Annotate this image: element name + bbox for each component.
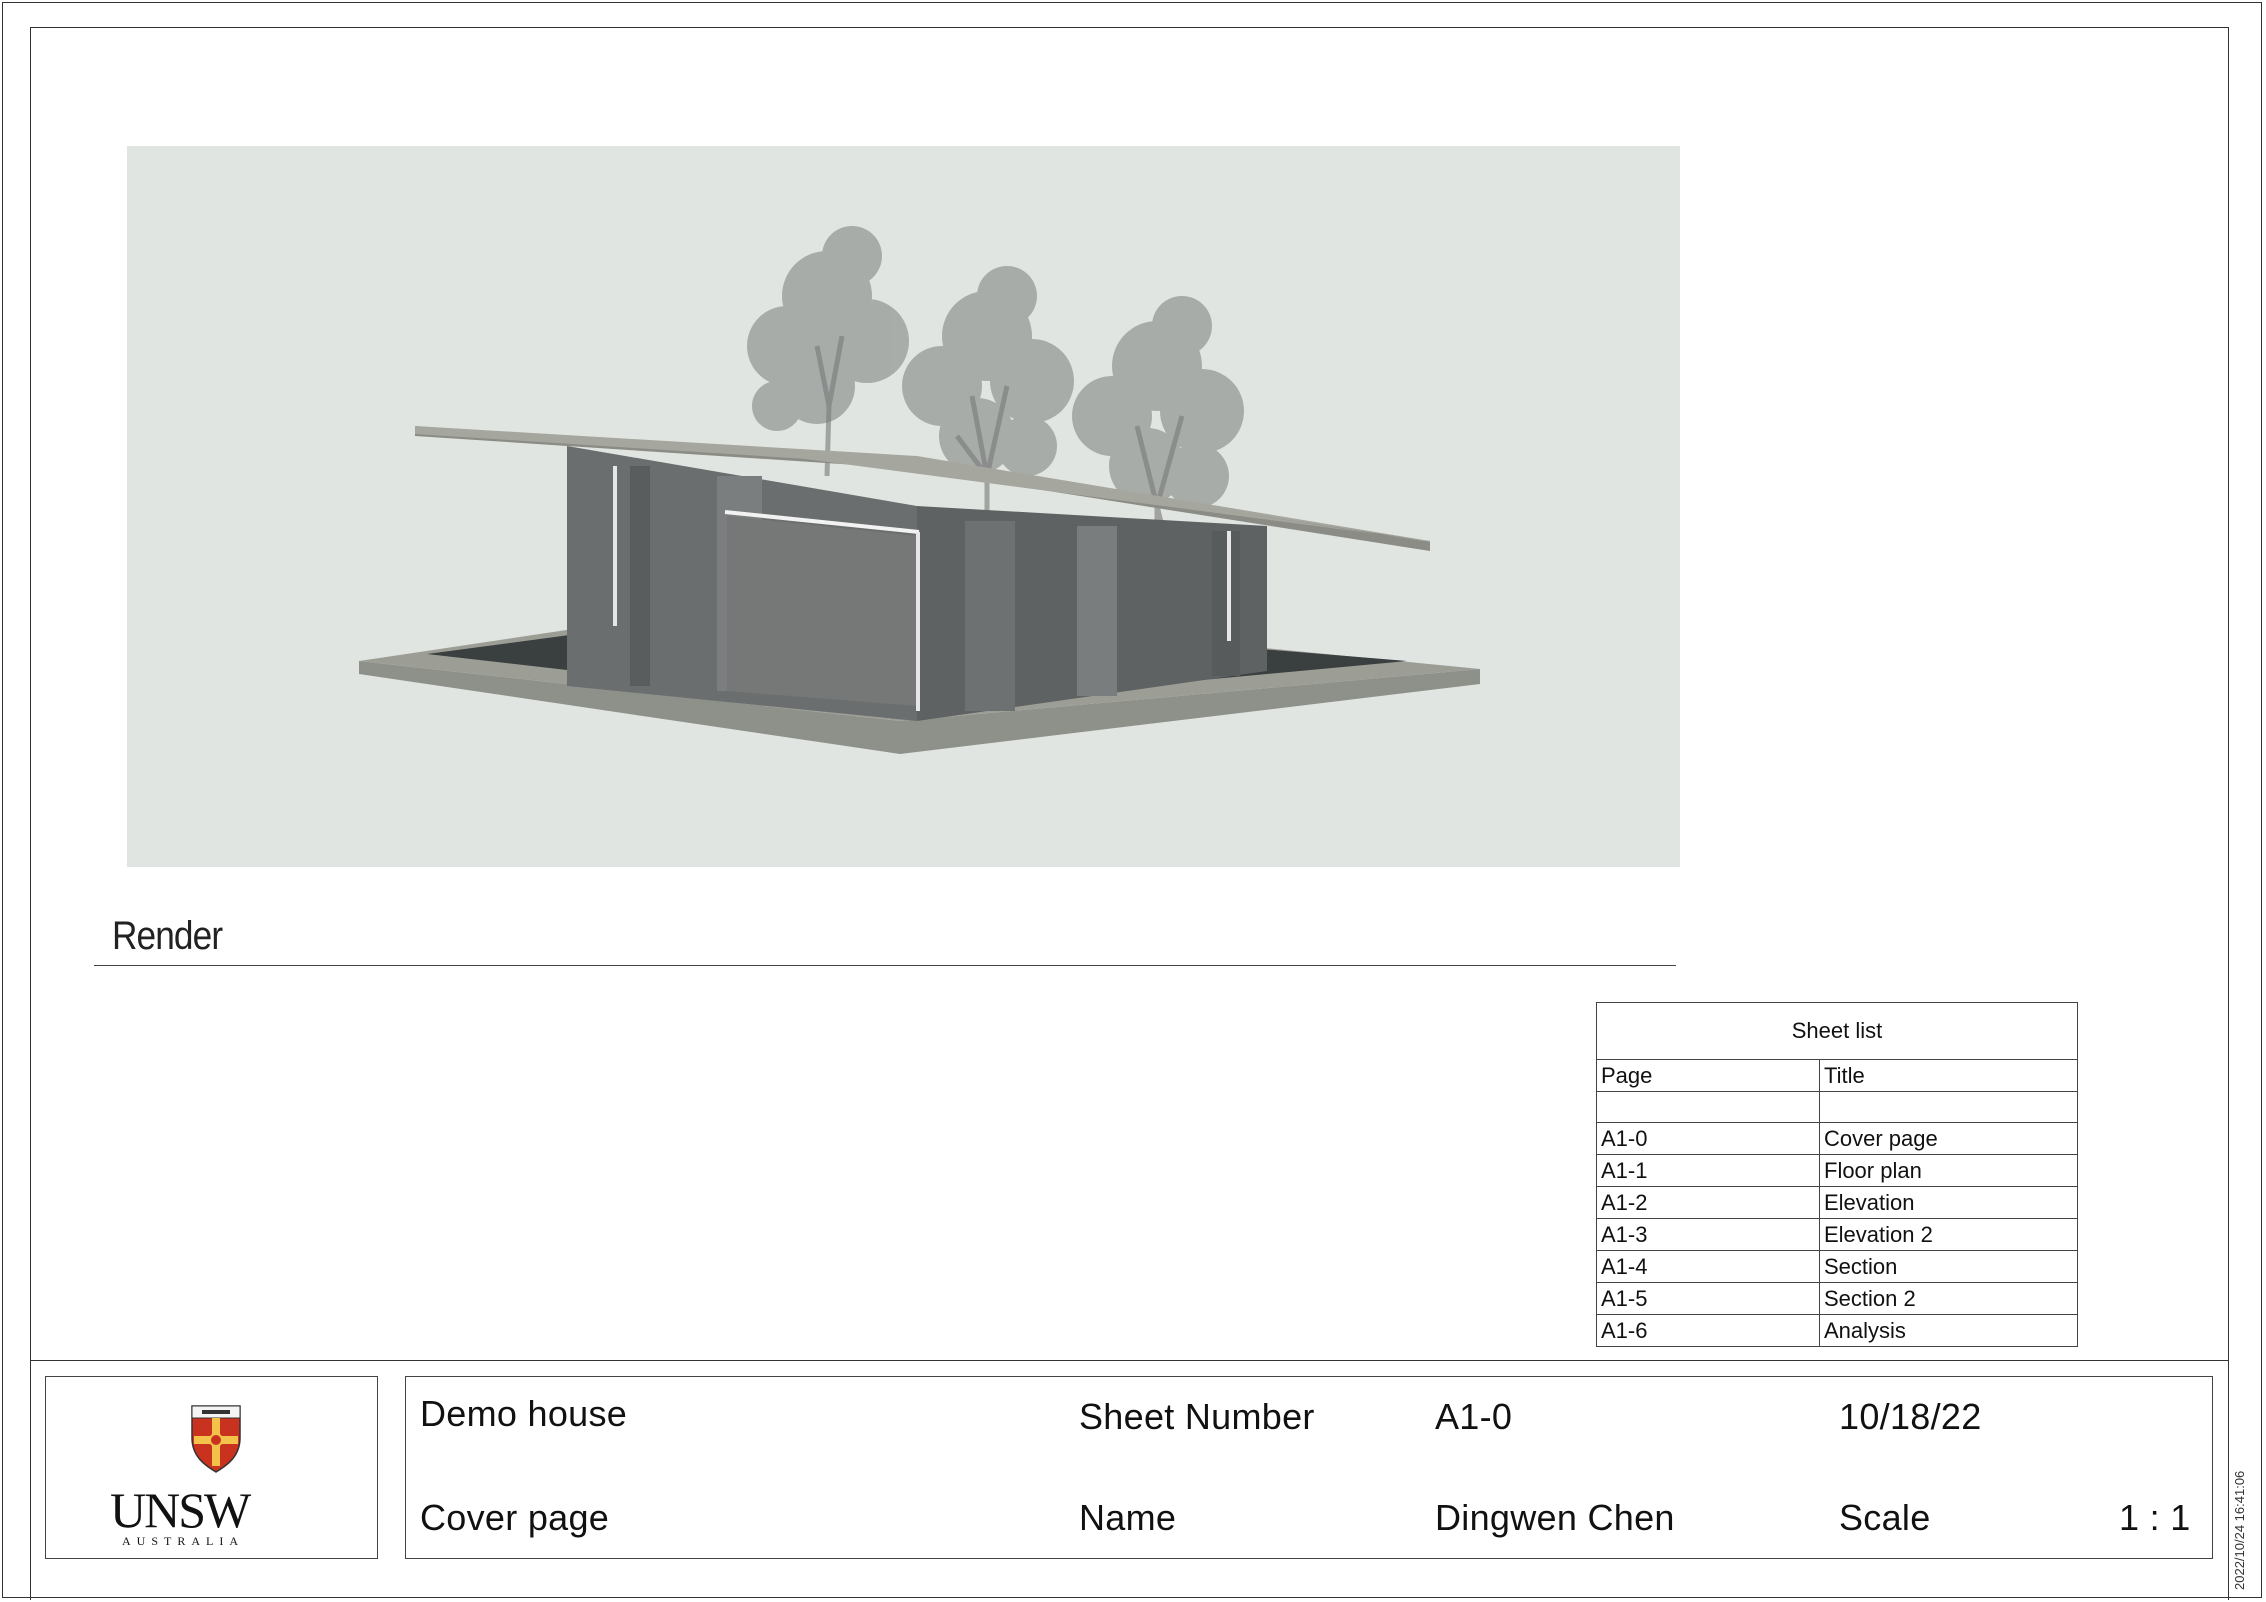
page-cell: A1-6 bbox=[1596, 1314, 1820, 1347]
table-row: A1-5 Section 2 bbox=[1596, 1282, 2078, 1315]
author-name: Dingwen Chen bbox=[1435, 1497, 1675, 1538]
unsw-wordmark: UNSW bbox=[110, 1482, 251, 1538]
unsw-subtitle: AUSTRALIA bbox=[122, 1534, 244, 1548]
name-label: Name bbox=[1079, 1497, 1177, 1538]
table-row bbox=[1596, 1091, 2078, 1123]
title-cell: Section bbox=[1819, 1250, 2078, 1283]
page-cell: A1-0 bbox=[1596, 1122, 1820, 1155]
sheet-number-value: A1-0 bbox=[1435, 1396, 1513, 1437]
page-cell: A1-5 bbox=[1596, 1282, 1820, 1315]
render-viewport bbox=[127, 146, 1680, 867]
title-cell: Cover page bbox=[1819, 1122, 2078, 1155]
title-cell: Elevation bbox=[1819, 1186, 2078, 1219]
table-row: A1-6 Analysis bbox=[1596, 1314, 2078, 1347]
print-timestamp: 2022/10/24 16:41:06 bbox=[2232, 1470, 2247, 1590]
view-title-underline bbox=[94, 965, 1676, 966]
sheet-title: Cover page bbox=[420, 1497, 610, 1538]
page-cell: A1-3 bbox=[1596, 1218, 1820, 1251]
page-cell: A1-1 bbox=[1596, 1154, 1820, 1187]
title-cell: Elevation 2 bbox=[1819, 1218, 2078, 1251]
column-header-title: Title bbox=[1819, 1059, 2078, 1092]
page-cell: A1-2 bbox=[1596, 1186, 1820, 1219]
sheet-number-label: Sheet Number bbox=[1079, 1396, 1315, 1437]
unsw-crest-icon bbox=[191, 1405, 241, 1473]
title-cell: Section 2 bbox=[1819, 1282, 2078, 1315]
view-title: Render bbox=[112, 914, 223, 958]
column-header-page: Page bbox=[1596, 1059, 1820, 1092]
table-header-row: Page Title bbox=[1596, 1059, 2078, 1092]
page-cell: A1-4 bbox=[1596, 1250, 1820, 1283]
table-row: A1-0 Cover page bbox=[1596, 1122, 2078, 1155]
project-name: Demo house bbox=[420, 1393, 628, 1434]
scale-label: Scale bbox=[1839, 1497, 1931, 1538]
house-render-image bbox=[359, 226, 1480, 754]
page-cell bbox=[1596, 1091, 1820, 1123]
table-row: A1-4 Section bbox=[1596, 1250, 2078, 1283]
table-row: A1-2 Elevation bbox=[1596, 1186, 2078, 1219]
title-block-divider bbox=[30, 1360, 2229, 1361]
issue-date: 10/18/22 bbox=[1839, 1396, 1982, 1437]
scale-value: 1 : 1 bbox=[2119, 1497, 2191, 1538]
tree-1 bbox=[747, 226, 909, 477]
sheet-list-table: Sheet list Page Title A1-0 Cover page A1… bbox=[1596, 1002, 2078, 1347]
title-cell: Floor plan bbox=[1819, 1154, 2078, 1187]
sheet-list-caption: Sheet list bbox=[1596, 1002, 2078, 1059]
table-row: A1-1 Floor plan bbox=[1596, 1154, 2078, 1187]
table-row: A1-3 Elevation 2 bbox=[1596, 1218, 2078, 1251]
title-cell: Analysis bbox=[1819, 1314, 2078, 1347]
title-cell bbox=[1819, 1091, 2078, 1123]
